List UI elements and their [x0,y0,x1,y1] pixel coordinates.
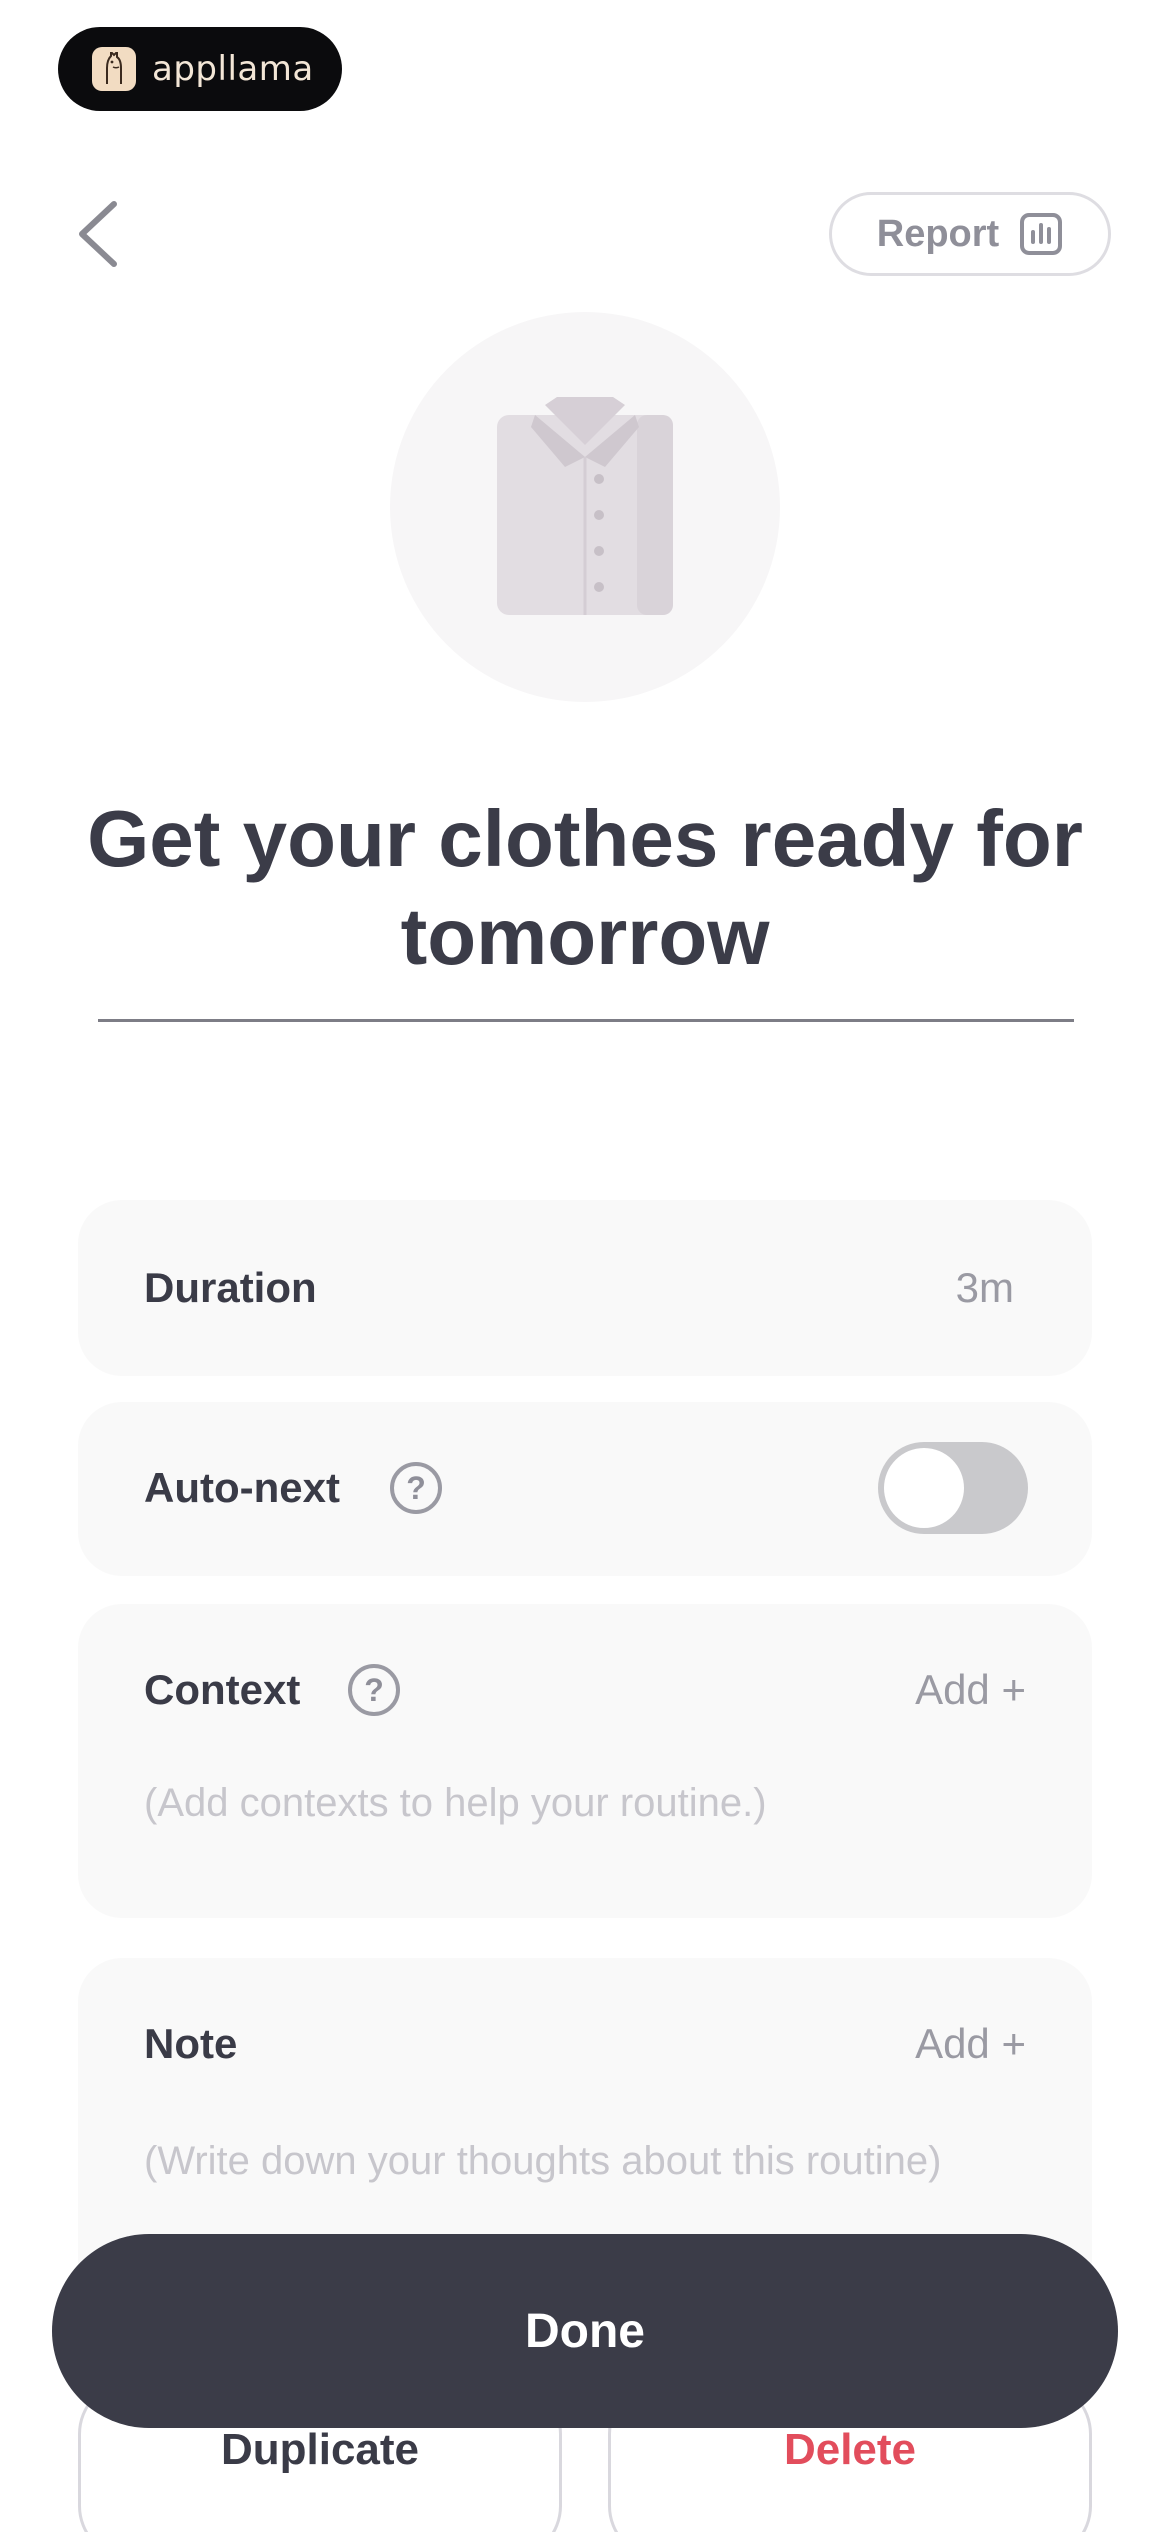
context-section: Context ? Add + (Add contexts to help yo… [78,1604,1092,1918]
context-label: Context [144,1666,301,1713]
toggle-knob [884,1448,964,1528]
report-label: Report [876,212,1000,255]
done-button[interactable]: Done [52,2234,1118,2428]
back-button[interactable] [70,198,130,270]
help-icon[interactable]: ? [348,1664,400,1716]
routine-title[interactable]: Get your clothes ready for tomorrow [70,790,1100,986]
title-underline [98,1019,1074,1022]
duration-label: Duration [144,1264,317,1311]
add-context-button[interactable]: Add + [915,1666,1026,1714]
duration-value: 3m [955,1264,1014,1311]
chevron-left-icon [79,201,117,267]
help-icon[interactable]: ? [390,1462,442,1514]
auto-next-label: Auto-next [144,1464,340,1511]
duration-row[interactable]: Duration 3m [78,1200,1092,1376]
note-placeholder: (Write down your thoughts about this rou… [144,2139,942,2183]
auto-next-toggle[interactable] [878,1442,1028,1534]
shirt-icon [497,397,673,615]
note-label: Note [144,2020,238,2067]
routine-illustration [390,312,780,702]
add-note-button[interactable]: Add + [915,2020,1026,2068]
brand-name: appllama [152,49,314,89]
context-placeholder: (Add contexts to help your routine.) [144,1781,767,1825]
llama-logo-icon [92,47,136,91]
routine-detail-screen: appllama Report Get your clothes ready f… [0,0,1170,2532]
brand-badge: appllama [58,27,342,111]
report-button[interactable]: Report [829,192,1111,276]
bar-chart-icon [1020,213,1063,255]
auto-next-row: Auto-next ? [78,1402,1092,1576]
